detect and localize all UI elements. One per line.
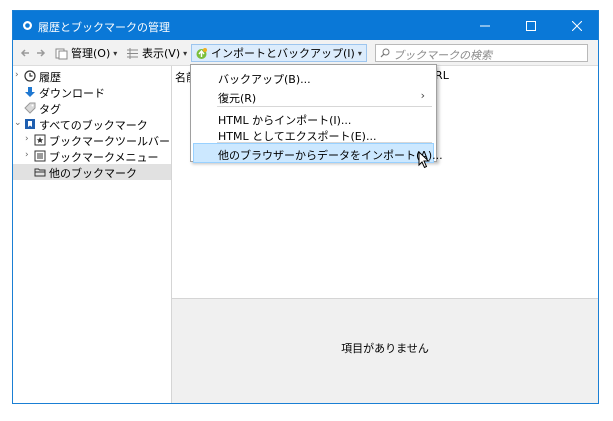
close-icon	[572, 20, 582, 31]
sidebar-item-label: 他のブックマーク	[49, 167, 137, 180]
minimize-icon	[480, 25, 490, 26]
sidebar-tree: › 履歴 ダウンロード タグ ⌄ すべてのブックマーク › ブックマークツールバ…	[13, 66, 172, 403]
import-backup-icon	[196, 47, 207, 59]
search-placeholder: ブックマークの検索	[393, 49, 492, 62]
maximize-button[interactable]	[508, 11, 554, 40]
sidebar-item-all-bookmarks[interactable]: ⌄ すべてのブックマーク	[13, 116, 171, 132]
sidebar-item-bookmarks-toolbar[interactable]: › ブックマークツールバー	[13, 132, 171, 148]
organize-label: 管理(O)	[71, 47, 111, 60]
sidebar-item-label: 履歴	[39, 71, 61, 84]
menu-item-label: 他のブラウザーからデータをインポート(A)...	[218, 149, 443, 162]
chevron-down-icon: ▾	[113, 48, 118, 58]
chevron-down-icon: ⌄	[14, 118, 22, 128]
download-icon	[25, 87, 35, 97]
import-backup-button[interactable]: インポートとバックアップ(I) ▾	[191, 44, 367, 62]
organize-icon	[55, 48, 68, 59]
sidebar-item-label: すべてのブックマーク	[39, 119, 148, 132]
maximize-icon	[526, 20, 536, 31]
close-button[interactable]	[554, 11, 598, 40]
submenu-arrow-icon: ›	[420, 89, 425, 102]
import-backup-menu: バックアップ(B)... 復元(R) › HTML からインポート(I)... …	[190, 64, 443, 163]
chevron-down-icon: ▾	[357, 48, 362, 58]
view-button[interactable]: 表示(V) ▾	[126, 44, 187, 62]
all-bookmarks-icon	[25, 119, 35, 129]
library-app-icon	[23, 21, 32, 30]
back-button[interactable]	[19, 44, 34, 62]
sidebar-item-label: ブックマークメニュー	[49, 151, 159, 164]
menu-item-label: 復元(R)	[218, 92, 257, 105]
menu-item-export-html[interactable]: HTML としてエクスポート(E)...	[193, 124, 434, 144]
chevron-down-icon: ▾	[183, 48, 188, 58]
import-backup-label: インポートとバックアップ(I)	[211, 47, 355, 60]
view-list-icon	[127, 47, 138, 59]
sidebar-item-label: ブックマークツールバー	[49, 135, 170, 148]
sidebar-item-bookmarks-menu[interactable]: › ブックマークメニュー	[13, 148, 171, 164]
chevron-right-icon: ›	[25, 150, 29, 160]
menu-item-backup[interactable]: バックアップ(B)...	[193, 67, 434, 87]
forward-button[interactable]	[35, 44, 50, 62]
organize-button[interactable]: 管理(O) ▾	[55, 44, 117, 62]
view-label: 表示(V)	[142, 47, 181, 60]
details-pane: 項目がありません	[172, 298, 598, 403]
tag-icon	[24, 102, 36, 114]
sidebar-item-label: タグ	[39, 103, 61, 116]
minimize-button[interactable]	[462, 11, 508, 40]
back-arrow-icon	[20, 49, 29, 57]
search-icon	[380, 48, 390, 58]
menu-separator	[217, 106, 432, 107]
title-bar[interactable]: 履歴とブックマークの管理	[13, 11, 598, 40]
sidebar-item-tags[interactable]: タグ	[13, 100, 171, 116]
chevron-right-icon: ›	[25, 134, 29, 144]
window-title: 履歴とブックマークの管理	[38, 21, 170, 34]
chevron-right-icon: ›	[15, 70, 19, 80]
sidebar-item-label: ダウンロード	[39, 87, 105, 100]
clock-icon	[24, 70, 36, 82]
sidebar-item-history[interactable]: › 履歴	[13, 68, 171, 84]
bookmarks-toolbar-icon	[34, 134, 46, 146]
sidebar-item-other-bookmarks[interactable]: 他のブックマーク	[13, 164, 171, 180]
bookmarks-menu-icon	[34, 150, 46, 162]
mouse-cursor-icon	[418, 151, 430, 169]
menu-item-restore[interactable]: 復元(R) ›	[193, 86, 434, 106]
forward-arrow-icon	[37, 49, 46, 57]
search-input[interactable]: ブックマークの検索	[375, 44, 588, 62]
menu-item-import-other-browser[interactable]: 他のブラウザーからデータをインポート(A)...	[193, 143, 443, 163]
sidebar-item-downloads[interactable]: ダウンロード	[13, 84, 171, 100]
empty-message: 項目がありません	[341, 342, 429, 355]
menu-item-label: バックアップ(B)...	[218, 73, 311, 86]
toolbar: 管理(O) ▾ 表示(V) ▾ インポートとバックアップ(I) ▾ ブックマーク…	[13, 40, 598, 66]
folder-icon	[34, 168, 46, 177]
